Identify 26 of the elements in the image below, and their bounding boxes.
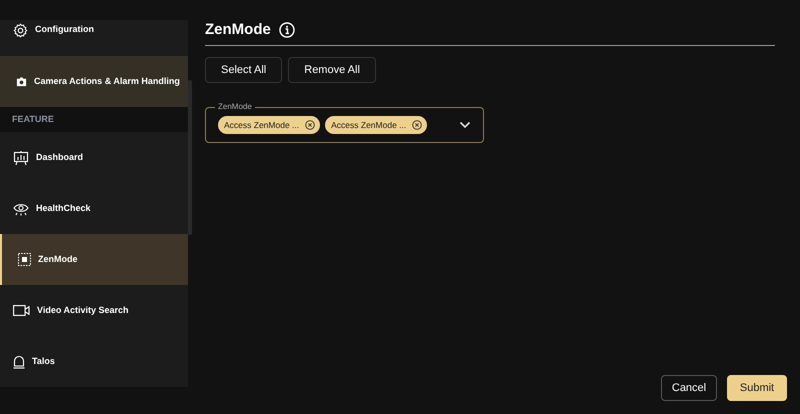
info-icon[interactable] [278,22,295,38]
remove-icon[interactable] [412,120,422,130]
chip-label: Access ZenMode ... [331,118,406,132]
camera-icon [16,76,27,87]
video-camera-icon [13,305,30,316]
chevron-down-icon[interactable] [459,121,471,129]
sidebar-item[interactable]: Dashboard [0,132,188,183]
sidebar-item[interactable]: Video Activity Search [0,285,188,336]
submit-button[interactable]: Submit [727,375,787,401]
action-button[interactable]: Remove All [288,57,376,83]
sidebar-item[interactable]: Camera Actions & Alarm Handling [0,56,188,107]
remove-icon[interactable] [305,120,316,130]
cancel-button[interactable]: Cancel [661,375,717,401]
sidebar-item[interactable]: ZenMode [0,234,188,285]
focus-frame-icon [18,253,31,266]
selected-chip[interactable]: Access ZenMode ... [218,116,320,134]
sidebar-item[interactable]: Configuration [0,20,188,56]
sidebar-item[interactable]: Talos [0,336,188,387]
presentation-board-icon [13,150,29,166]
page-title: ZenMode [205,20,271,40]
gear-icon [13,23,28,38]
chip-label: Access ZenMode ... [224,118,300,132]
sidebar-item[interactable]: HealthCheck [0,183,188,234]
bell-icon [13,354,25,368]
selected-chip[interactable]: Access ZenMode ... [325,116,428,134]
action-button[interactable]: Select All [205,57,282,83]
